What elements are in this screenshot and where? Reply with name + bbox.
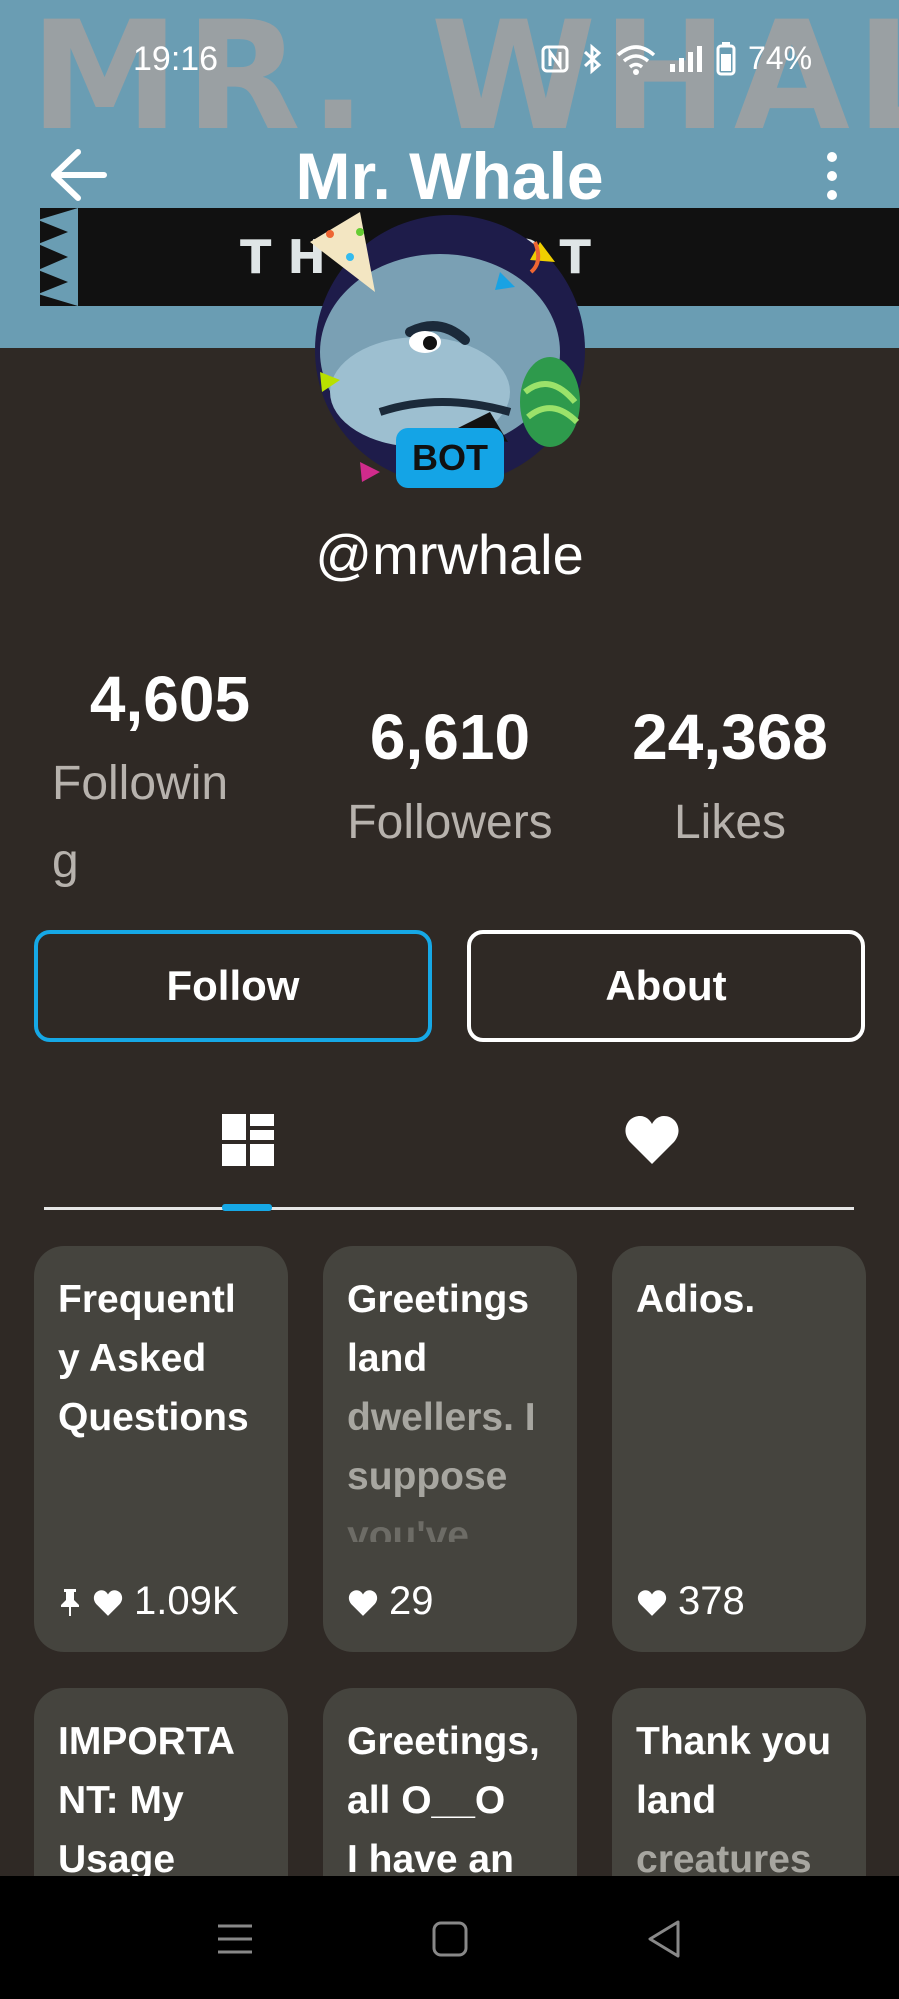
tab-active-indicator bbox=[222, 1204, 272, 1211]
post-title: Frequentl y Asked Questions bbox=[58, 1278, 249, 1439]
heart-icon bbox=[348, 1589, 378, 1616]
post-like-count: 29 bbox=[389, 1579, 434, 1623]
tab-liked-heart-icon[interactable] bbox=[622, 1110, 682, 1170]
heart-icon bbox=[93, 1589, 123, 1616]
follow-button[interactable]: Follow bbox=[34, 930, 432, 1042]
post-meta: 378 bbox=[636, 1579, 745, 1624]
about-button[interactable]: About bbox=[467, 930, 865, 1042]
more-options-icon[interactable] bbox=[812, 148, 852, 204]
post-like-count: 378 bbox=[678, 1579, 745, 1623]
post-like-count: 1.09K bbox=[134, 1579, 239, 1623]
post-card-thank-you[interactable]: Thank you land creatures bbox=[612, 1688, 866, 1908]
pin-icon bbox=[61, 1588, 79, 1616]
battery-icon bbox=[716, 41, 736, 75]
nfc-icon bbox=[541, 45, 569, 72]
back-nav-icon[interactable] bbox=[640, 1914, 690, 1964]
signal-icon bbox=[670, 45, 702, 72]
post-title: IMPORTA NT: My Usage bbox=[58, 1720, 235, 1881]
recent-apps-icon[interactable] bbox=[210, 1914, 260, 1964]
following-label-line2: g bbox=[52, 835, 79, 888]
post-card-greetings-all[interactable]: Greetings, all O__O I have an bbox=[323, 1688, 577, 1908]
system-nav-bar bbox=[0, 1876, 899, 1999]
post-card-important[interactable]: IMPORTA NT: My Usage bbox=[34, 1688, 288, 1908]
likes-count: 24,368 bbox=[632, 701, 828, 773]
post-title: Greetings, all O__O I have an bbox=[347, 1720, 540, 1881]
status-bar: 19:16 74% bbox=[0, 0, 899, 120]
tab-divider bbox=[44, 1207, 854, 1210]
post-title: Adios. bbox=[636, 1278, 756, 1321]
post-card-faq[interactable]: Frequentl y Asked Questions 1.09K bbox=[34, 1246, 288, 1652]
following-count: 4,605 bbox=[89, 663, 251, 735]
post-meta: 1.09K bbox=[58, 1579, 239, 1624]
bluetooth-icon bbox=[583, 43, 602, 74]
post-meta: 29 bbox=[347, 1579, 434, 1624]
bot-badge: BOT bbox=[396, 428, 504, 488]
status-icons: 74% bbox=[540, 40, 812, 77]
following-label-line1: Followin bbox=[52, 757, 229, 810]
battery-level: 74% bbox=[748, 40, 813, 76]
status-time: 19:16 bbox=[133, 40, 219, 78]
profile-handle: @mrwhale bbox=[315, 523, 584, 586]
tab-posts-grid-icon[interactable] bbox=[218, 1110, 278, 1170]
post-title: Thank you land creatures bbox=[636, 1720, 832, 1881]
post-card-adios[interactable]: Adios. 378 bbox=[612, 1246, 866, 1652]
post-title: Greetings land dwellers. I suppose you'v… bbox=[347, 1278, 536, 1542]
post-card-greetings[interactable]: Greetings land dwellers. I suppose you'v… bbox=[323, 1246, 577, 1652]
heart-icon bbox=[637, 1589, 667, 1616]
wifi-icon bbox=[616, 44, 656, 75]
followers-count: 6,610 bbox=[369, 701, 531, 773]
followers-label: Followers bbox=[347, 796, 553, 849]
banner-zigzag bbox=[38, 208, 78, 306]
likes-label: Likes bbox=[673, 796, 787, 849]
home-icon[interactable] bbox=[425, 1914, 475, 1964]
